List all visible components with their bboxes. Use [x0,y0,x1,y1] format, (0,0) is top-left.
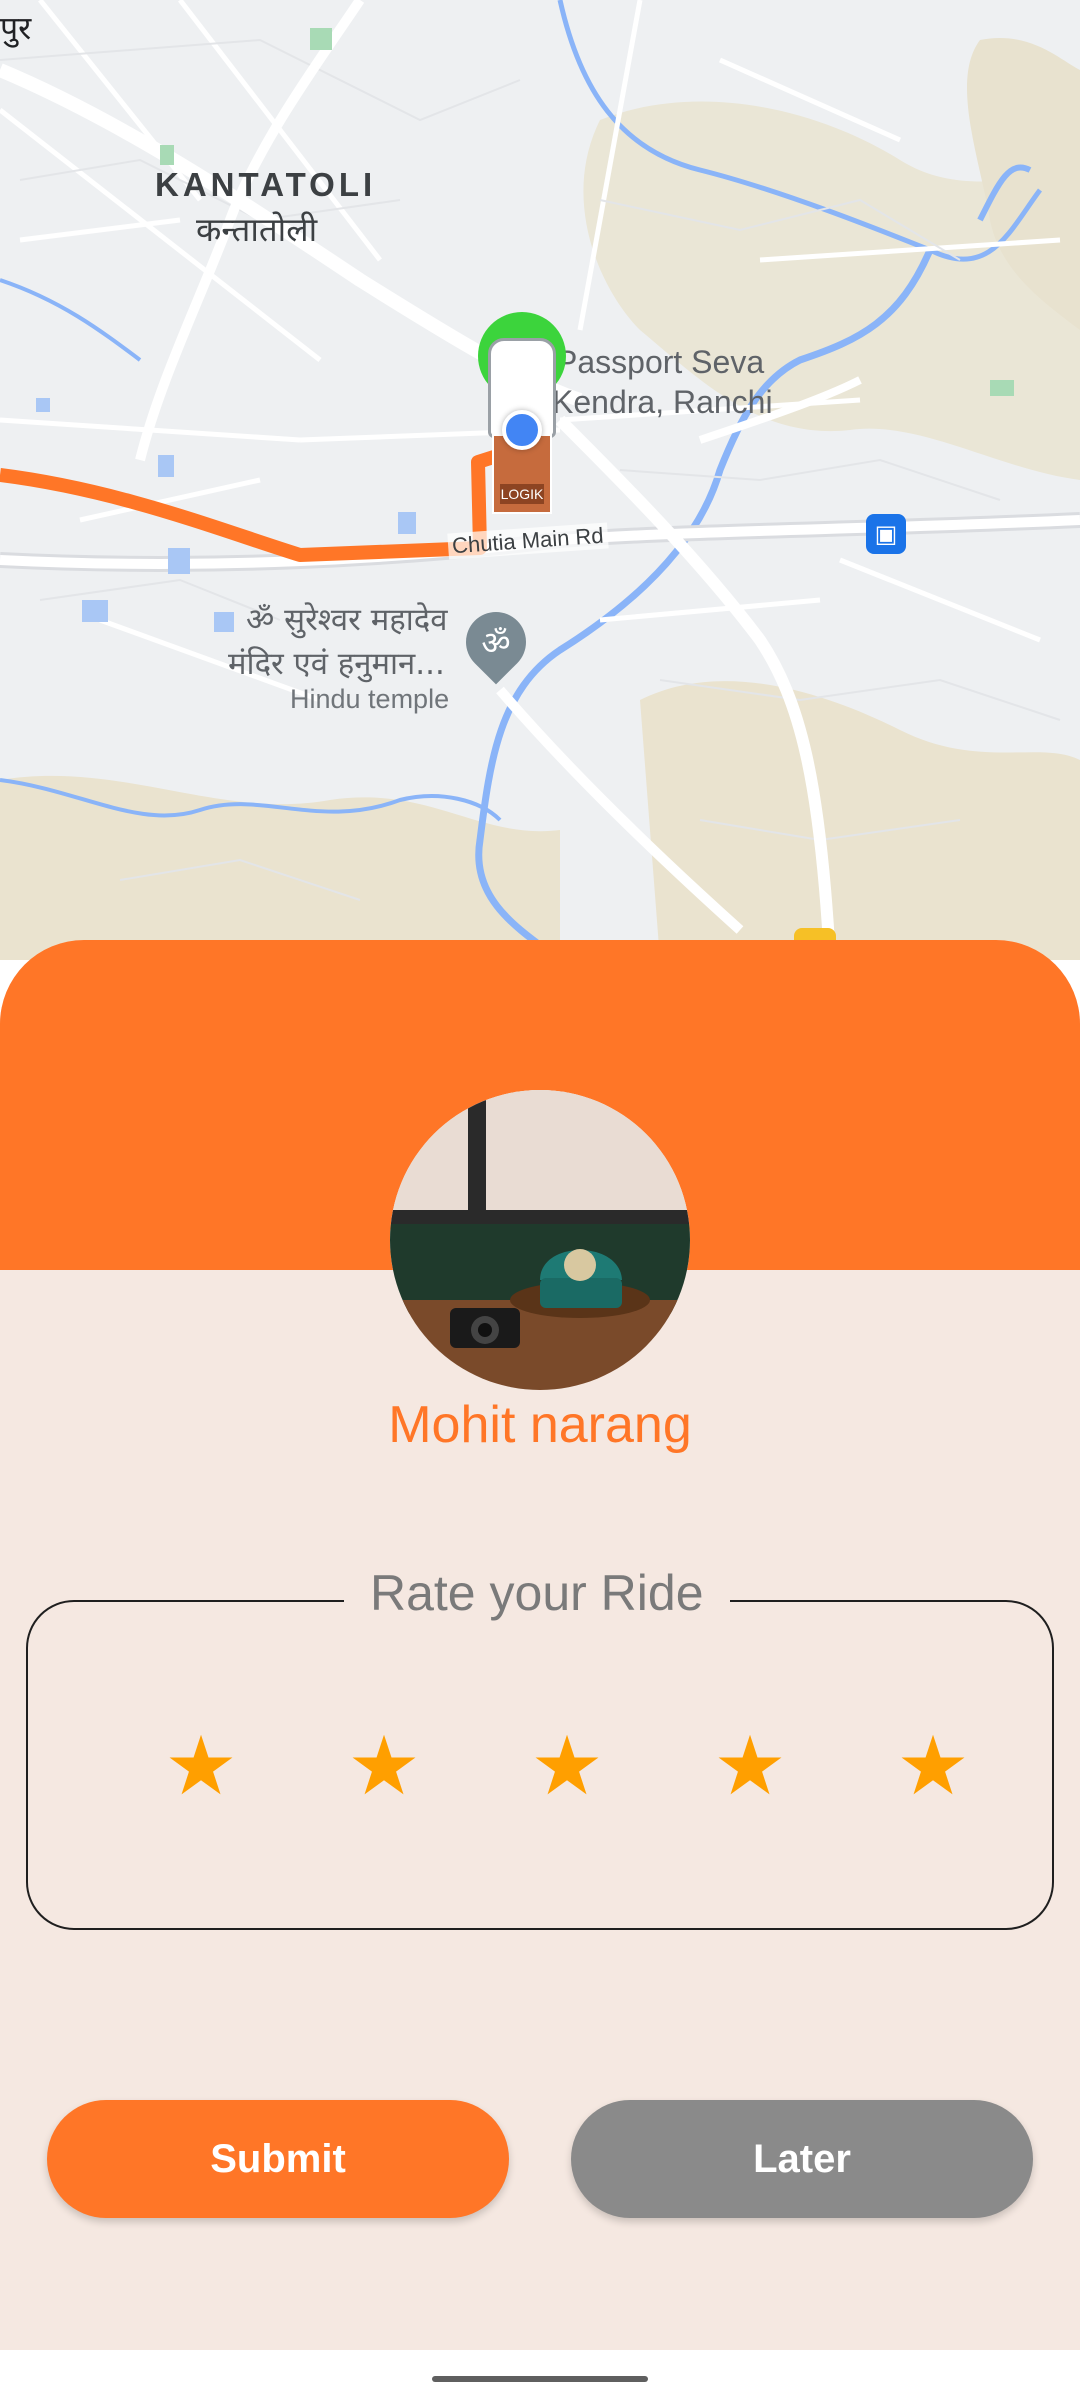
star-5-icon[interactable]: ★ [888,1722,978,1812]
vehicle-label: LOGIK [500,484,544,504]
star-1-icon[interactable]: ★ [156,1722,246,1812]
home-gesture-handle[interactable] [432,2376,648,2382]
star-4-icon[interactable]: ★ [705,1722,795,1812]
map-poi-label-line2[interactable]: Kendra, Ranchi [552,384,773,421]
rating-title: Rate your Ride [344,1564,730,1622]
star-2-icon[interactable]: ★ [339,1722,429,1812]
avatar-photo [390,1090,690,1390]
driver-name: Mohit narang [388,1396,692,1454]
map-temple-label[interactable]: ॐ सुरेश्वर महादेव [246,598,447,640]
map-area-label: KANTATOLI [155,166,377,203]
om-icon: ॐ [481,623,511,662]
map-poi-label[interactable]: Passport Seva [556,344,764,381]
driver-avatar [390,1090,690,1390]
map-temple-label-line2[interactable]: मंदिर एवं हनुमान... [228,642,445,684]
map-view[interactable]: पुर KANTATOLI कन्तातोली Passport Seva Ke… [0,0,1080,960]
map-place-label: पुर [0,10,32,46]
metro-station-icon[interactable]: ▣ [866,514,906,554]
rating-box: Rate your Ride ★ ★ ★ ★ ★ [26,1564,1056,1930]
map-temple-category: Hindu temple [290,684,450,714]
later-button[interactable]: Later [571,2100,1033,2218]
star-rating[interactable]: ★ ★ ★ ★ ★ [28,1722,1056,1812]
rate-ride-sheet: Mohit narang Rate your Ride ★ ★ ★ ★ ★ Su… [0,940,1080,2350]
star-3-icon[interactable]: ★ [522,1722,612,1812]
submit-button[interactable]: Submit [47,2100,509,2218]
temple-pin-icon[interactable]: ॐ [453,599,539,685]
current-location-dot [502,410,542,450]
system-nav-bar [0,2350,1080,2400]
map-area-label-hindi: कन्तातोली [196,210,318,249]
